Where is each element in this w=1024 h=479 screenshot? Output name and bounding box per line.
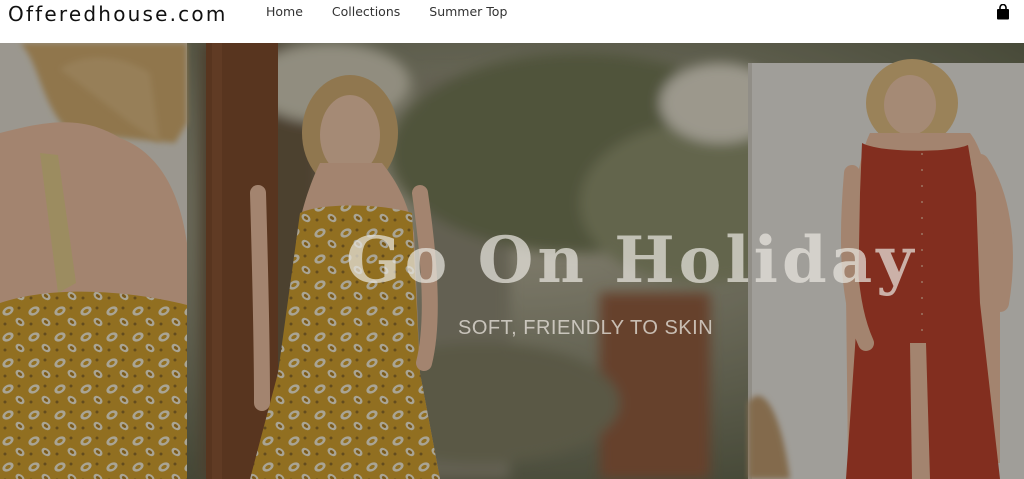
shopping-bag-icon[interactable]	[996, 4, 1010, 20]
nav-link-home[interactable]: Home	[266, 4, 303, 20]
hero-banner[interactable]: Go On Holiday SOFT, FRIENDLY TO SKIN	[0, 43, 1024, 479]
site-logo[interactable]: Offeredhouse.com	[8, 1, 228, 27]
hero-title: Go On Holiday	[346, 223, 918, 298]
hero-subtitle: SOFT, FRIENDLY TO SKIN	[458, 317, 714, 339]
main-nav: Home Collections Summer Top	[266, 4, 536, 20]
site-header: Offeredhouse.com Home Collections Summer…	[0, 0, 1024, 43]
nav-link-collections[interactable]: Collections	[332, 4, 400, 20]
nav-link-summer-top[interactable]: Summer Top	[429, 4, 507, 20]
